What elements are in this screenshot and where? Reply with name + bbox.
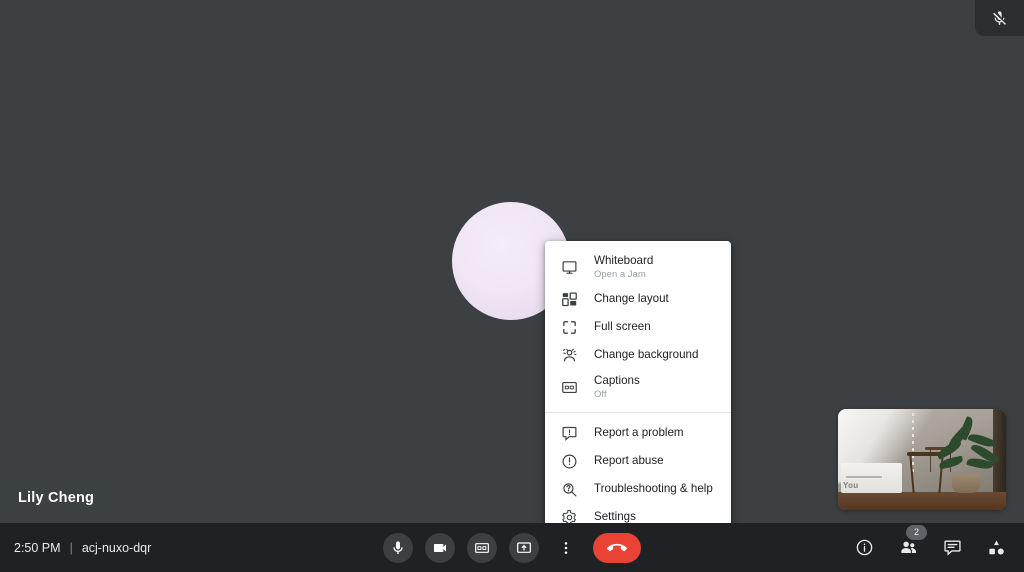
menu-item-report-a-problem[interactable]: Report a problem [545,419,731,447]
bottom-control-bar: 2:50 PM | acj-nuxo-dqr 2 [0,523,1024,572]
report-abuse-icon [558,450,580,472]
menu-item-change-background[interactable]: Change background [545,341,731,369]
participants-button[interactable]: 2 [894,524,927,562]
menu-item-label: Change background [594,348,699,361]
menu-divider [545,412,731,413]
change-layout-icon [558,288,580,310]
menu-item-settings[interactable]: Settings [545,503,731,523]
gear-icon [558,506,580,523]
microphone-button[interactable] [383,532,413,563]
mic-off-icon [991,10,1008,27]
menu-item-label: Whiteboard [594,253,654,267]
captions-button[interactable] [467,532,497,563]
fullscreen-icon [558,316,580,338]
menu-item-label: Captions [594,373,640,387]
secondary-controls: 2 [850,523,1010,572]
whiteboard-icon [558,256,580,278]
menu-item-troubleshooting-and-help[interactable]: Troubleshooting & help [545,475,731,503]
menu-item-change-layout[interactable]: Change layout [545,285,731,313]
meeting-details-button[interactable] [850,534,878,562]
more-options-menu: Whiteboard Open a Jam Change layout Full… [545,241,731,523]
selfview-you-label: You [843,480,859,490]
menu-item-label: Settings [594,510,636,523]
video-stage: Lily Cheng You Whiteboard Open a Jam Cha… [0,0,1024,523]
selfview-plant [932,416,1000,493]
activities-button[interactable] [982,534,1010,562]
change-background-icon [558,344,580,366]
menu-item-report-abuse[interactable]: Report abuse [545,447,731,475]
menu-item-label: Change layout [594,292,669,305]
more-options-button[interactable] [551,533,581,563]
menu-item-label: Report abuse [594,454,664,467]
menu-item-whiteboard[interactable]: Whiteboard Open a Jam [545,249,731,285]
menu-item-label: Troubleshooting & help [594,482,713,495]
camera-button[interactable] [425,532,455,563]
menu-item-label: Report a problem [594,426,684,439]
menu-item-sublabel: Off [594,388,607,400]
present-screen-button[interactable] [509,532,539,563]
participants-badge: 2 [906,524,927,540]
troubleshooting-icon [558,478,580,500]
menu-item-full-screen[interactable]: Full screen [545,313,731,341]
chat-button[interactable] [938,534,966,562]
muted-indicator [975,0,1024,36]
participant-name-label: Lily Cheng [0,481,113,515]
menu-item-captions[interactable]: Captions Off [545,369,731,405]
selfview-floor [838,491,1006,510]
captions-icon [558,376,580,398]
end-call-button[interactable] [593,532,641,563]
menu-item-label: Full screen [594,320,651,333]
menu-item-sublabel: Open a Jam [594,268,646,280]
self-view-thumbnail[interactable]: You [838,409,1006,510]
google-meet-window: Lily Cheng You Whiteboard Open a Jam Cha… [0,0,1024,572]
report-problem-icon [558,422,580,444]
